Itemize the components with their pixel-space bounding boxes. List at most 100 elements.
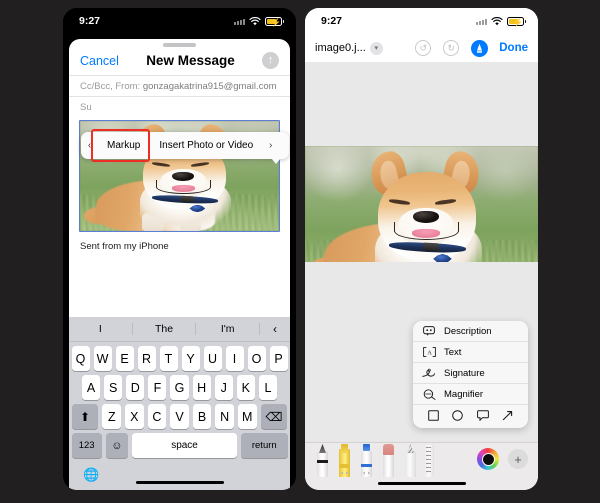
filename-label[interactable]: image0.j...: [315, 42, 366, 54]
phone-right-markup-editor: 9:27 ⚡ image0.j... ▾ ↺ ↻ Done Descriptio…: [305, 8, 538, 490]
key-k[interactable]: K: [236, 375, 255, 400]
globe-icon[interactable]: 🌐: [83, 467, 99, 483]
menu-item-description[interactable]: Description: [413, 321, 528, 342]
key-i[interactable]: I: [225, 346, 244, 371]
chevron-right-icon[interactable]: ›: [262, 132, 279, 159]
lasso-tool[interactable]: [402, 443, 419, 477]
status-bar-right: 9:27 ⚡: [305, 8, 538, 34]
key-l[interactable]: L: [258, 375, 277, 400]
redo-arrow-icon[interactable]: ↻: [443, 40, 460, 56]
key-f[interactable]: F: [148, 375, 167, 400]
return-key[interactable]: return: [241, 433, 288, 458]
undo-arrow-icon[interactable]: ↺: [415, 40, 432, 56]
suggestion-1[interactable]: The: [133, 323, 197, 335]
keyboard-bottom-row: 🌐: [69, 460, 290, 490]
cc-from-label: Cc/Bcc, From:: [80, 81, 141, 92]
battery-charging-icon: ⚡: [265, 16, 284, 27]
plus-icon[interactable]: +: [508, 449, 528, 469]
subject-field[interactable]: Su: [69, 96, 290, 118]
speech-bubble-shape-icon[interactable]: [476, 409, 489, 424]
key-w[interactable]: W: [93, 346, 112, 371]
status-indicators: ⚡: [476, 16, 526, 27]
phone-left-mail-compose: 9:27 ⚡ Cancel New Message ↑ Cc/Bcc, From…: [63, 8, 296, 490]
cc-from-field[interactable]: Cc/Bcc, From: gonzagakatrina915@gmail.co…: [69, 75, 290, 96]
key-p[interactable]: P: [269, 346, 288, 371]
page-title: New Message: [146, 53, 235, 68]
suggestion-0[interactable]: I: [69, 323, 133, 335]
key-t[interactable]: T: [159, 346, 178, 371]
home-indicator[interactable]: [377, 481, 466, 485]
key-u[interactable]: U: [203, 346, 222, 371]
menu-item-label: Description: [444, 325, 492, 337]
circle-shape-icon[interactable]: [452, 409, 464, 424]
key-a[interactable]: A: [82, 375, 101, 400]
highlighter-tool[interactable]: [336, 443, 353, 477]
predictive-suggestion-bar: I The I'm ‹: [69, 317, 290, 342]
key-x[interactable]: X: [125, 404, 144, 429]
keyboard-row-2: A S D F G H J K L: [69, 371, 290, 400]
menu-item-magnifier[interactable]: Magnifier: [413, 384, 528, 405]
menu-item-insert-photo-or-video[interactable]: Insert Photo or Video: [149, 132, 262, 159]
home-indicator[interactable]: [135, 480, 224, 484]
key-r[interactable]: R: [137, 346, 156, 371]
menu-item-markup[interactable]: Markup: [98, 132, 149, 159]
square-shape-icon[interactable]: [427, 409, 439, 424]
markup-navbar: image0.j... ▾ ↺ ↻ Done: [305, 34, 538, 62]
menu-item-label: Magnifier: [444, 388, 484, 400]
shift-icon[interactable]: ⬆: [71, 404, 99, 429]
ruler-tool[interactable]: [424, 443, 435, 477]
key-e[interactable]: E: [115, 346, 134, 371]
status-time: 9:27: [79, 15, 101, 27]
on-screen-keyboard: I The I'm ‹ Q W E R T Y U I O P A S D F …: [69, 317, 290, 490]
emoji-smiley-icon[interactable]: ☺: [105, 433, 129, 458]
description-bubble-icon: [422, 326, 436, 336]
wifi-icon: [491, 16, 503, 25]
email-signature[interactable]: Sent from my iPhone: [69, 232, 290, 260]
key-q[interactable]: Q: [71, 346, 90, 371]
key-s[interactable]: S: [104, 375, 123, 400]
cancel-button[interactable]: Cancel: [80, 54, 119, 68]
delete-backspace-icon[interactable]: ⌫: [260, 404, 288, 429]
key-b[interactable]: B: [192, 404, 212, 429]
key-g[interactable]: G: [170, 375, 189, 400]
eraser-tool[interactable]: [380, 443, 397, 477]
svg-text:A: A: [427, 349, 432, 356]
chevron-left-icon[interactable]: ‹: [81, 132, 98, 159]
key-v[interactable]: V: [170, 404, 189, 429]
key-o[interactable]: O: [247, 346, 266, 371]
numbers-key[interactable]: 123: [71, 433, 102, 458]
done-button[interactable]: Done: [499, 42, 528, 54]
suggestion-2[interactable]: I'm: [196, 323, 261, 335]
color-controls: +: [477, 448, 528, 470]
marker-tool[interactable]: [358, 443, 375, 477]
signal-dots-icon: [234, 18, 245, 25]
key-z[interactable]: Z: [102, 404, 122, 429]
space-key[interactable]: space: [132, 433, 238, 458]
popup-tail: [271, 158, 281, 164]
shape-tools-row: [413, 405, 528, 428]
from-address-value: gonzagakatrina915@gmail.com: [142, 81, 277, 92]
key-d[interactable]: D: [126, 375, 145, 400]
editor-canvas-top: [305, 62, 538, 146]
pen-tool[interactable]: [314, 443, 331, 477]
menu-item-text[interactable]: A Text: [413, 342, 528, 363]
chevron-left-icon[interactable]: ‹: [260, 322, 290, 336]
status-bar-left: 9:27 ⚡: [63, 8, 296, 34]
mail-compose-sheet: Cancel New Message ↑ Cc/Bcc, From: gonza…: [69, 39, 290, 490]
chevron-down-icon[interactable]: ▾: [369, 41, 383, 55]
key-n[interactable]: N: [215, 404, 234, 429]
drawing-toolbar: +: [305, 442, 538, 490]
key-m[interactable]: M: [237, 404, 257, 429]
key-c[interactable]: C: [147, 404, 167, 429]
key-h[interactable]: H: [192, 375, 211, 400]
text-box-a-icon: A: [422, 347, 436, 357]
color-wheel-icon[interactable]: [477, 448, 499, 470]
arrow-shape-icon[interactable]: [502, 410, 513, 424]
menu-item-signature[interactable]: Signature: [413, 363, 528, 384]
keyboard-row-4: 123 ☺ space return: [69, 429, 290, 460]
send-button[interactable]: ↑: [262, 52, 279, 69]
status-indicators: ⚡: [234, 16, 284, 27]
key-y[interactable]: Y: [181, 346, 200, 371]
markup-pen-icon[interactable]: [471, 39, 489, 57]
key-j[interactable]: J: [214, 375, 233, 400]
